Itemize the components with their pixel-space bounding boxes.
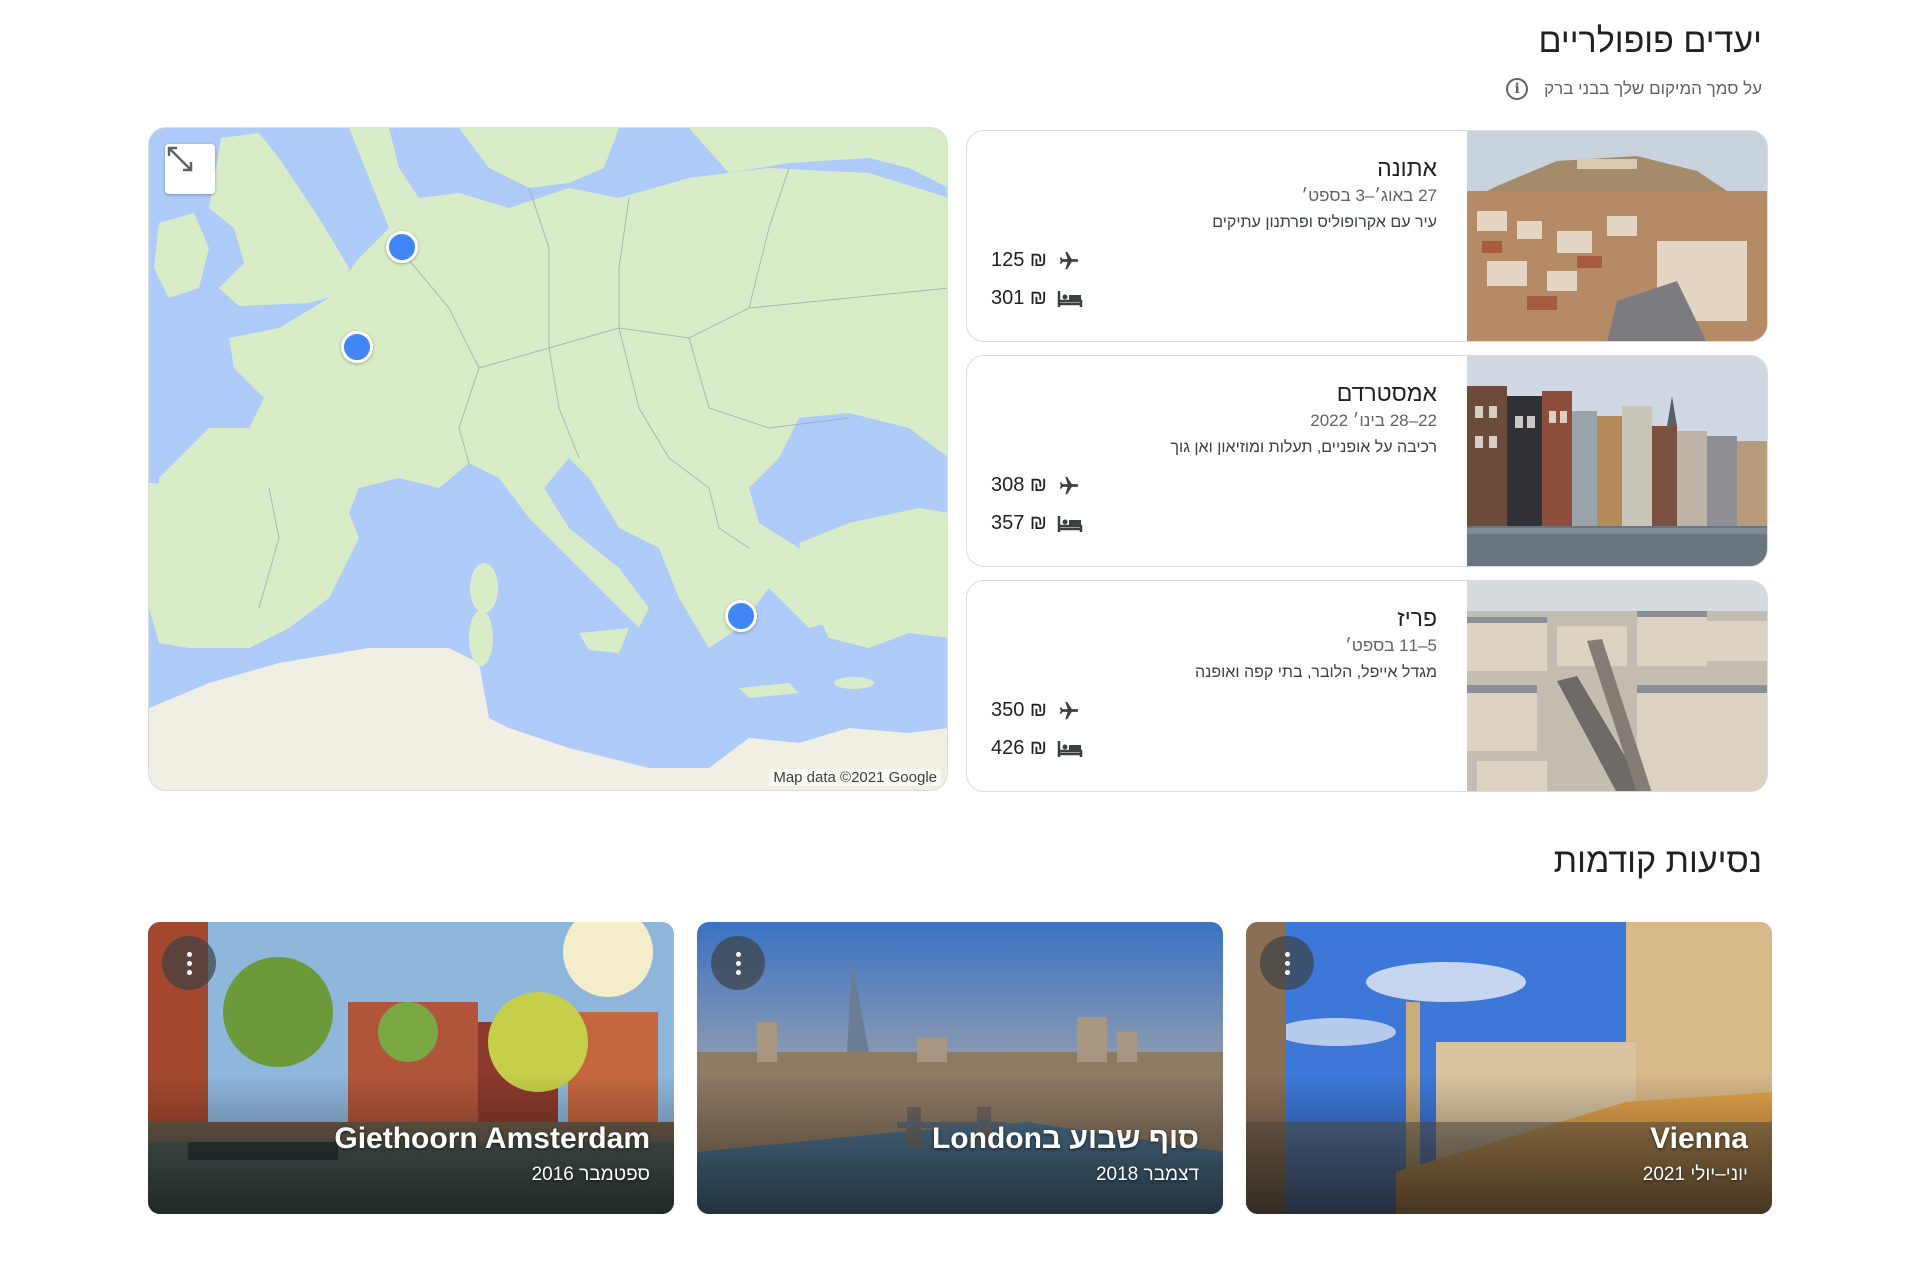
destination-description: רכיבה על אופניים, תעלות ומוזיאון ואן גוך (1170, 439, 1437, 456)
popular-destinations-title: יעדים פופולריים (1538, 22, 1762, 60)
flight-price: 308 ₪ (991, 474, 1047, 496)
map-pin-athens[interactable] (725, 600, 757, 632)
trip-title: Giethoorn Amsterdam (334, 1122, 650, 1155)
destination-name: פריז (1397, 605, 1437, 631)
trip-card-vienna[interactable]: Vienna יוני–יולי 2021 (1246, 922, 1772, 1214)
map-pin-paris[interactable] (341, 331, 373, 363)
more-options-button[interactable] (711, 936, 765, 990)
hotel-price: 301 ₪ (991, 287, 1047, 309)
flight-price: 125 ₪ (991, 249, 1047, 271)
flight-price-row: 308 ₪ (991, 474, 1083, 497)
more-options-button[interactable] (162, 936, 216, 990)
destinations-map[interactable]: Map data ©2021 Google (148, 127, 948, 791)
destination-info: אתונה 27 באוג׳–3 בספט׳ עיר עם אקרופוליס … (1212, 155, 1437, 232)
destination-info: אמסטרדם 22–28 בינו׳ 2022 רכיבה על אופניי… (1170, 380, 1437, 457)
trip-date: יוני–יולי 2021 (1642, 1164, 1748, 1185)
amsterdam-photo (1467, 356, 1767, 566)
destination-card-athens[interactable]: אתונה 27 באוג׳–3 בספט׳ עיר עם אקרופוליס … (966, 130, 1768, 342)
airplane-icon (1057, 476, 1083, 496)
map-canvas (149, 128, 947, 790)
more-options-button[interactable] (1260, 936, 1314, 990)
destination-dates: 27 באוג׳–3 בספט׳ (1301, 186, 1437, 205)
past-trips-title: נסיעות קודמות (1553, 842, 1762, 880)
hotel-bed-icon (1057, 739, 1083, 759)
hotel-price-row: 301 ₪ (991, 287, 1083, 310)
more-vert-icon (186, 951, 192, 975)
destination-card-paris[interactable]: פריז 5–11 בספט׳ מגדל אייפל, הלובר, בתי ק… (966, 580, 1768, 792)
location-subtitle-row: על סמך המיקום שלך בבני ברק i (1506, 78, 1762, 100)
hotel-price: 426 ₪ (991, 737, 1047, 759)
location-subtitle: על סמך המיקום שלך בבני ברק (1544, 79, 1762, 98)
destination-description: מגדל אייפל, הלובר, בתי קפה ואופנה (1195, 664, 1437, 681)
trip-title: Vienna (1650, 1122, 1748, 1155)
destination-description: עיר עם אקרופוליס ופרתנון עתיקים (1212, 214, 1437, 231)
trip-card-giethoorn-amsterdam[interactable]: Giethoorn Amsterdam ספטמבר 2016 (148, 922, 674, 1214)
hotel-bed-icon (1057, 289, 1083, 309)
expand-map-button[interactable] (165, 144, 215, 194)
flight-price: 350 ₪ (991, 699, 1047, 721)
page: יעדים פופולריים על סמך המיקום שלך בבני ב… (0, 0, 1920, 1284)
hotel-bed-icon (1057, 514, 1083, 534)
hotel-price-row: 357 ₪ (991, 512, 1083, 535)
destination-dates: 5–11 בספט׳ (1345, 636, 1437, 655)
expand-icon (167, 146, 193, 172)
destination-name: אתונה (1377, 155, 1437, 181)
map-pin-amsterdam[interactable] (386, 231, 418, 263)
destination-name: אמסטרדם (1336, 380, 1437, 406)
destination-dates: 22–28 בינו׳ 2022 (1310, 411, 1437, 430)
info-icon[interactable]: i (1506, 78, 1529, 100)
destination-info: פריז 5–11 בספט׳ מגדל אייפל, הלובר, בתי ק… (1195, 605, 1437, 682)
athens-photo (1467, 131, 1767, 341)
trip-date: ספטמבר 2016 (531, 1164, 650, 1185)
hotel-price: 357 ₪ (991, 512, 1047, 534)
flight-price-row: 350 ₪ (991, 699, 1083, 722)
trip-card-london[interactable]: סוף שבוע בLondon דצמבר 2018 (697, 922, 1223, 1214)
destination-card-amsterdam[interactable]: אמסטרדם 22–28 בינו׳ 2022 רכיבה על אופניי… (966, 355, 1768, 567)
more-vert-icon (735, 951, 741, 975)
hotel-price-row: 426 ₪ (991, 737, 1083, 760)
paris-photo (1467, 581, 1767, 791)
airplane-icon (1057, 251, 1083, 271)
airplane-icon (1057, 701, 1083, 721)
map-credit: Map data ©2021 Google (769, 769, 941, 786)
trip-date: דצמבר 2018 (1095, 1164, 1199, 1185)
trip-title: סוף שבוע בLondon (931, 1122, 1199, 1155)
more-vert-icon (1284, 951, 1290, 975)
flight-price-row: 125 ₪ (991, 249, 1083, 272)
